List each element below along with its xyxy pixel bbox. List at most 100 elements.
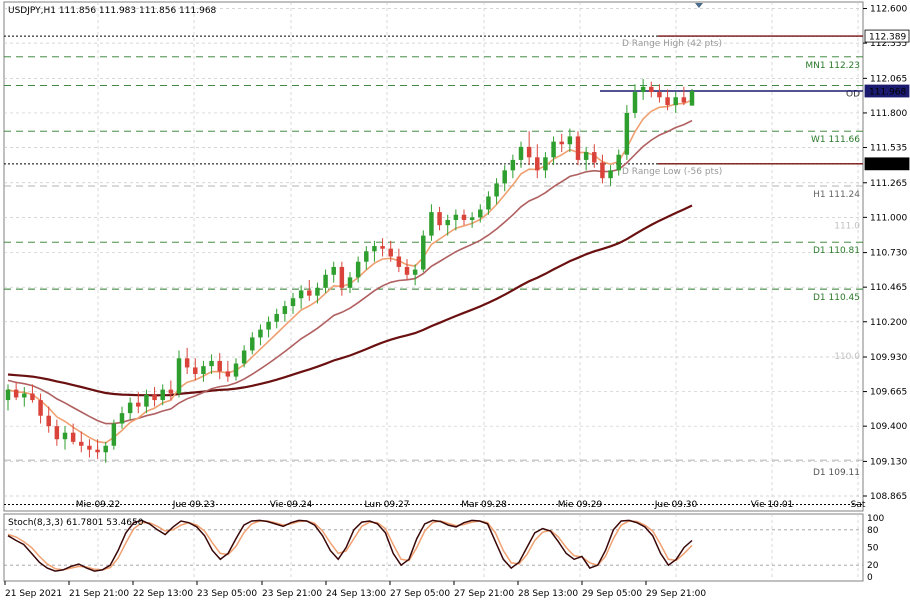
candle-body xyxy=(282,306,288,314)
candle-body xyxy=(315,287,320,296)
candle-body xyxy=(608,170,613,179)
chart-header: USDJPY,H1 111.856 111.983 111.856 111.96… xyxy=(8,6,217,16)
price-tag-label: 111.968 xyxy=(869,88,906,98)
candle-body xyxy=(54,426,60,440)
day-label: Sat xyxy=(851,500,866,510)
candle-body xyxy=(144,394,149,407)
time-label: 23 Sep 05:00 xyxy=(197,589,257,599)
price-tick-label: 112.600 xyxy=(870,5,907,15)
candle-body xyxy=(209,360,214,367)
range-label: D Range Low (-56 pts) xyxy=(622,167,722,177)
candle-body xyxy=(510,159,516,171)
candle-body xyxy=(616,154,621,171)
candle-body xyxy=(168,389,174,394)
candle-body xyxy=(649,86,654,93)
candle-body xyxy=(624,112,630,155)
level-label: W1 111.66 xyxy=(811,135,860,145)
price-tag-label: 112.389 xyxy=(869,33,906,43)
candle-body xyxy=(339,266,345,288)
candle-body xyxy=(103,445,108,453)
time-label: 29 Sep 21:00 xyxy=(646,589,706,599)
candle-body xyxy=(412,269,418,275)
candle-body xyxy=(681,97,687,103)
candle-body xyxy=(225,371,231,377)
time-label: 21 Sep 21:00 xyxy=(69,589,129,599)
candle-body xyxy=(250,337,255,351)
candle-body xyxy=(79,441,84,446)
price-tick-label: 110.200 xyxy=(870,318,907,328)
stoch-tick-label: 20 xyxy=(867,561,879,571)
candle-body xyxy=(396,256,402,267)
price-tick-label: 110.730 xyxy=(870,249,907,259)
candle-body xyxy=(632,92,638,113)
time-label: 27 Sep 05:00 xyxy=(390,589,450,599)
level-label: D1 110.81 xyxy=(813,246,860,256)
candle-body xyxy=(600,162,605,179)
candle-body xyxy=(46,415,51,427)
chart-canvas: MN1 112.23ODW1 111.66H1 111.24D1 110.81D… xyxy=(0,0,910,606)
price-tick-label: 109.665 xyxy=(870,388,907,398)
candle-body xyxy=(665,97,670,106)
faint-level-label: 111.0 xyxy=(834,221,860,231)
level-label: D1 110.45 xyxy=(813,293,860,303)
price-tick-label: 111.535 xyxy=(870,144,907,154)
candle-body xyxy=(469,217,475,220)
candle-body xyxy=(13,389,19,398)
candle-body xyxy=(5,389,11,401)
candle-body xyxy=(127,402,133,414)
stoch-header: Stoch(8,3,3) 61.7801 53.4650 xyxy=(8,518,144,528)
day-label: Jue 09.23 xyxy=(172,500,216,510)
candle-body xyxy=(111,423,117,446)
time-label: 29 Sep 05:00 xyxy=(582,589,642,599)
candle-body xyxy=(193,367,198,374)
candle-body xyxy=(551,141,556,158)
price-tick-label: 111.265 xyxy=(870,179,907,189)
day-label: Mar 09.28 xyxy=(461,500,507,510)
candle-body xyxy=(176,358,182,394)
price-tick-label: 109.930 xyxy=(870,353,907,363)
level-label: H1 111.24 xyxy=(813,190,860,200)
day-label: Vie 10.01 xyxy=(751,500,794,510)
candle-body xyxy=(453,214,459,220)
candle-body xyxy=(535,157,540,171)
candle-body xyxy=(494,183,499,197)
price-tick-label: 109.130 xyxy=(870,457,907,467)
candle-body xyxy=(502,170,507,184)
range-label: D Range High (42 pts) xyxy=(622,39,722,49)
candle-body xyxy=(640,86,646,93)
candle-body xyxy=(583,152,589,160)
day-label: Jue 09.30 xyxy=(654,500,698,510)
candle-body xyxy=(355,261,361,278)
candle-body xyxy=(478,209,483,218)
candle-body xyxy=(657,92,662,98)
price-tick-label: 111.800 xyxy=(870,109,907,119)
candle-body xyxy=(241,350,247,364)
candle-body xyxy=(95,449,100,453)
candle-body xyxy=(347,277,353,288)
candle-body xyxy=(421,235,426,270)
candle-body xyxy=(152,394,157,401)
candle-body xyxy=(429,212,434,236)
price-tag-label: 111.410 xyxy=(869,160,906,170)
candle-body xyxy=(437,212,442,226)
candle-body xyxy=(22,393,27,398)
candle-body xyxy=(119,413,125,424)
candle-body xyxy=(559,141,564,145)
candle-body xyxy=(298,290,304,299)
candle-body xyxy=(592,152,597,163)
candle-body xyxy=(62,432,68,440)
price-tick-label: 112.065 xyxy=(870,74,907,84)
candle-body xyxy=(575,136,581,160)
candle-body xyxy=(184,358,190,368)
time-label: 23 Sep 21:00 xyxy=(262,589,322,599)
candle-body xyxy=(323,274,328,288)
faint-level-label: D1 109.11 xyxy=(813,468,860,478)
candle-body xyxy=(543,157,548,171)
candle-body xyxy=(290,298,296,307)
candle-body xyxy=(380,246,385,249)
candle-body xyxy=(689,91,695,106)
time-label: 28 Sep 13:00 xyxy=(518,589,578,599)
candle-body xyxy=(160,389,165,401)
candle-body xyxy=(486,196,491,210)
candle-body xyxy=(404,266,410,275)
